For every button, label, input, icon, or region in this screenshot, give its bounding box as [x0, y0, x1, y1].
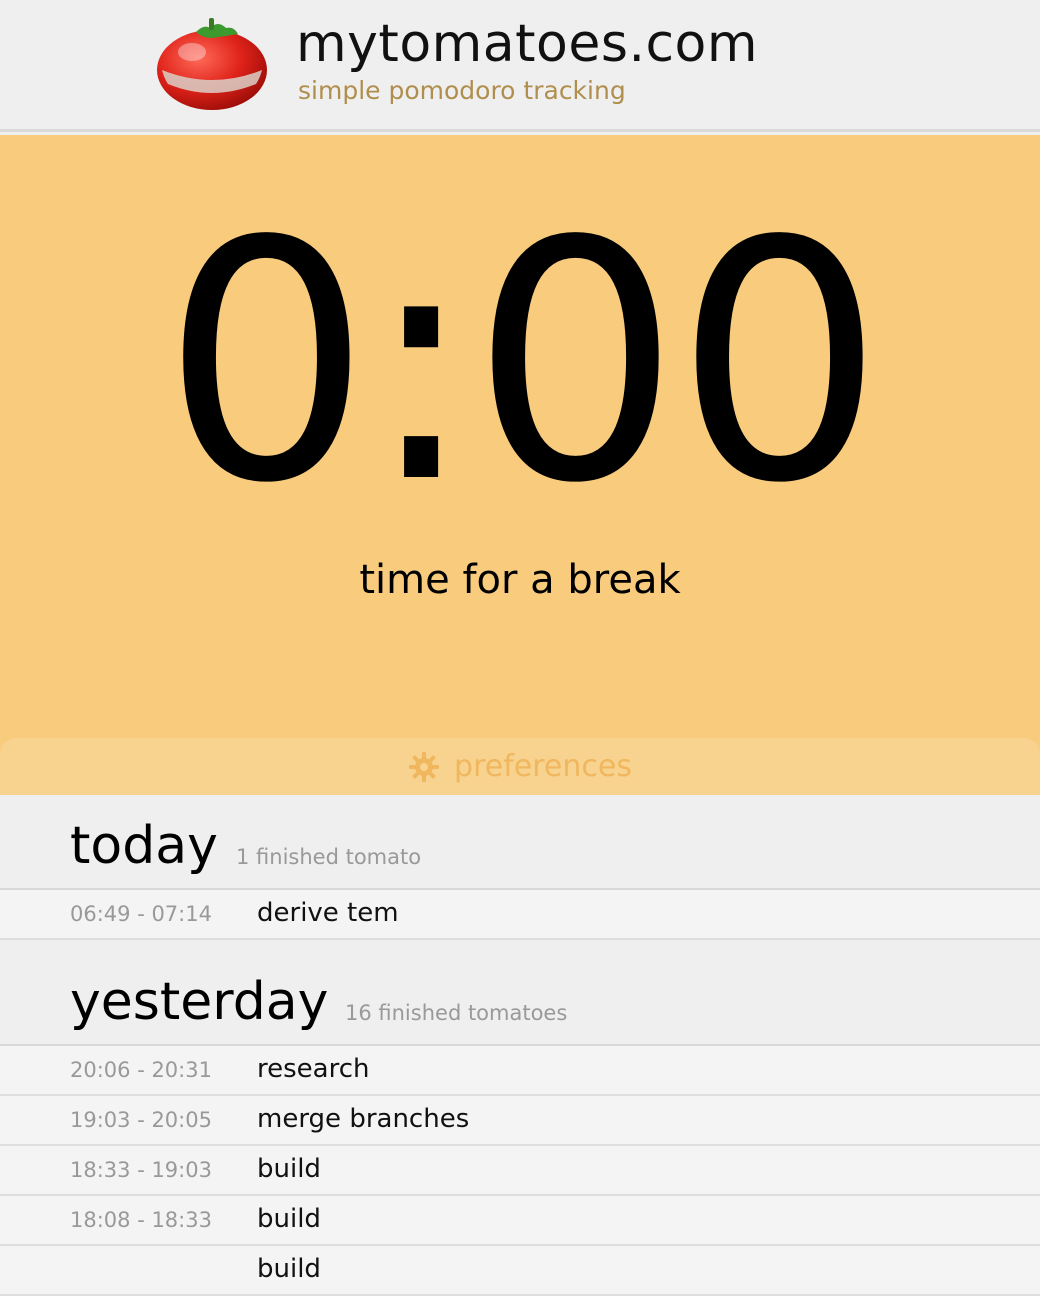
tomato-task: derive tem	[257, 898, 399, 928]
tomato-task: merge branches	[257, 1104, 470, 1134]
gear-icon	[409, 751, 440, 782]
tomato-time: 19:03 - 20:05	[70, 1108, 212, 1132]
tomato-row: 19:03 - 20:05 merge branches	[0, 1096, 1040, 1146]
tomato-task: build	[257, 1204, 321, 1234]
day-header-yesterday: yesterday 16 finished tomatoes	[0, 940, 1040, 1046]
tomato-task: build	[257, 1154, 321, 1184]
timer-panel: 0:00 time for a break preferences	[0, 135, 1040, 795]
timer-status: time for a break	[359, 557, 681, 603]
day-count: 16 finished tomatoes	[345, 1001, 568, 1025]
site-subtitle: simple pomodoro tracking	[298, 76, 626, 105]
tomato-time: 20:06 - 20:31	[70, 1058, 212, 1082]
tomato-row: 20:06 - 20:31 research	[0, 1046, 1040, 1096]
site-title[interactable]: mytomatoes.com	[296, 14, 758, 74]
tomato-time: 18:08 - 18:33	[70, 1208, 212, 1232]
day-section-today: today 1 finished tomato 06:49 - 07:14 de…	[0, 798, 1040, 940]
tomato-row: 06:49 - 07:14 derive tem	[0, 890, 1040, 940]
preferences-label: preferences	[454, 748, 632, 784]
tomato-task: research	[257, 1054, 370, 1084]
tomato-row: build	[0, 1246, 1040, 1296]
day-header-today: today 1 finished tomato	[0, 798, 1040, 890]
preferences-button[interactable]: preferences	[0, 738, 1040, 795]
tomato-history: today 1 finished tomato 06:49 - 07:14 de…	[0, 798, 1040, 1296]
day-title: yesterday	[70, 972, 329, 1032]
tomato-row: 18:08 - 18:33 build	[0, 1196, 1040, 1246]
tomato-task: build	[257, 1254, 321, 1284]
site-header: mytomatoes.com simple pomodoro tracking	[0, 0, 1040, 132]
tomato-time: 18:33 - 19:03	[70, 1158, 212, 1182]
timer-display: 0:00	[161, 171, 884, 555]
day-section-yesterday: yesterday 16 finished tomatoes 20:06 - 2…	[0, 940, 1040, 1296]
tomato-time: 06:49 - 07:14	[70, 902, 212, 926]
day-title: today	[70, 816, 218, 876]
day-count: 1 finished tomato	[236, 845, 422, 869]
tomato-timer-icon[interactable]	[152, 12, 270, 112]
tomato-row: 18:33 - 19:03 build	[0, 1146, 1040, 1196]
